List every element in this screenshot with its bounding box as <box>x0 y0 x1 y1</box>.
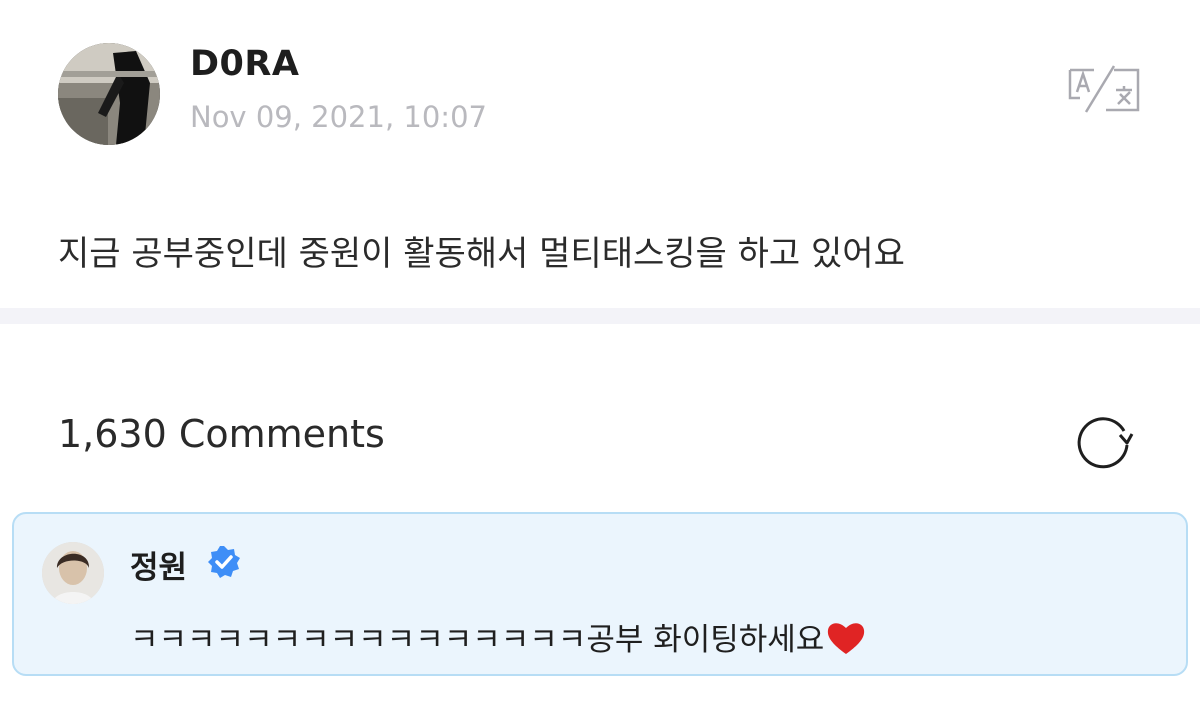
section-divider <box>0 308 1200 324</box>
comments-count: 1,630 Comments <box>58 412 385 456</box>
post-timestamp: Nov 09, 2021, 10:07 <box>190 100 487 134</box>
translate-button[interactable] <box>1066 64 1142 116</box>
commenter-avatar-photo <box>42 542 104 604</box>
heart-icon <box>826 620 866 664</box>
comment-text-content: ㅋㅋㅋㅋㅋㅋㅋㅋㅋㅋㅋㅋㅋㅋㅋㅋ공부 화이팅하세요 <box>130 622 825 658</box>
comment-text: ㅋㅋㅋㅋㅋㅋㅋㅋㅋㅋㅋㅋㅋㅋㅋㅋ공부 화이팅하세요 <box>130 614 866 664</box>
post-body-text: 지금 공부중인데 중원이 활동해서 멀티태스킹을 하고 있어요 <box>58 234 905 274</box>
avatar-photo <box>58 43 160 145</box>
verified-badge-icon <box>206 544 242 580</box>
commenter-name[interactable]: 정원 <box>130 542 187 587</box>
commenter-avatar[interactable] <box>42 542 104 604</box>
refresh-icon <box>1077 417 1134 469</box>
refresh-button[interactable] <box>1074 409 1134 469</box>
post-card: D0RA Nov 09, 2021, 10:07 지금 공부중인데 중원이 활동… <box>0 0 1200 308</box>
author-avatar[interactable] <box>58 43 160 145</box>
translate-icon <box>1068 65 1140 113</box>
comment-item[interactable]: 정원 ㅋㅋㅋㅋㅋㅋㅋㅋㅋㅋㅋㅋㅋㅋㅋㅋ공부 화이팅하세요 <box>12 512 1188 676</box>
author-name[interactable]: D0RA <box>190 44 299 84</box>
